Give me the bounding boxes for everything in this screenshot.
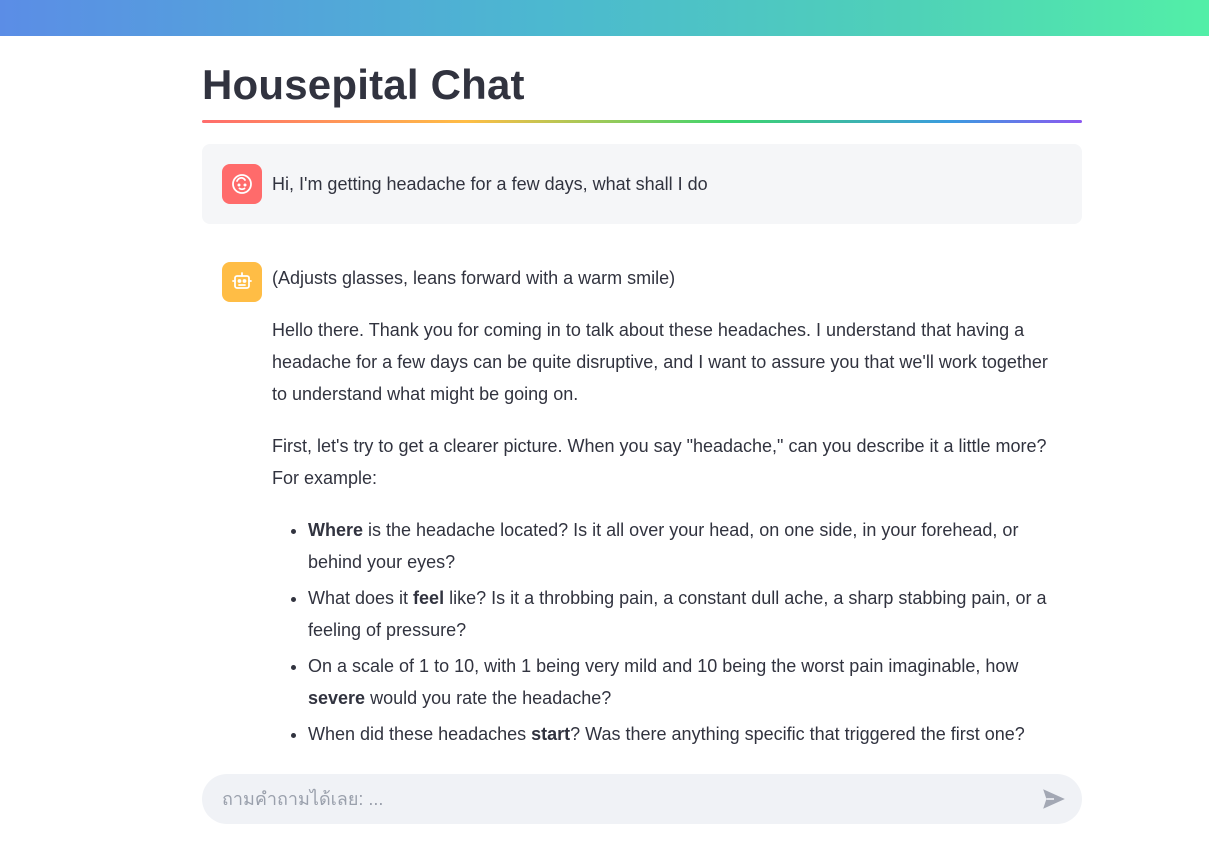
page-title: Housepital Chat	[202, 61, 525, 108]
assistant-message-body: (Adjusts glasses, leans forward with a w…	[272, 262, 1062, 754]
user-message-text: Hi, I'm getting headache for a few days,…	[272, 174, 708, 194]
list-item: Where is the headache located? Is it all…	[308, 514, 1062, 578]
assistant-avatar	[222, 262, 262, 302]
chat-input-bar	[202, 774, 1082, 824]
assistant-paragraph-2: First, let's try to get a clearer pictur…	[272, 436, 1047, 488]
user-avatar	[222, 164, 262, 204]
list-item: When did these headaches start? Was ther…	[308, 718, 1062, 750]
robot-icon	[232, 272, 252, 289]
list-item: What does it feel like? Is it a throbbin…	[308, 582, 1062, 646]
chat-input[interactable]	[202, 787, 1034, 811]
main-content: Housepital Chat Hi, I'm getting headache…	[202, 36, 1082, 754]
app-header-bar	[0, 0, 1209, 36]
title-divider	[202, 120, 1082, 123]
question-list: Where is the headache located? Is it all…	[272, 514, 1062, 750]
assistant-message: (Adjusts glasses, leans forward with a w…	[202, 262, 1082, 754]
face-icon	[232, 174, 252, 194]
send-button[interactable]	[1034, 779, 1074, 819]
user-message: Hi, I'm getting headache for a few days,…	[202, 144, 1082, 224]
send-icon	[1043, 789, 1065, 809]
assistant-paragraph-1: Hello there. Thank you for coming in to …	[272, 320, 1048, 404]
list-item: On a scale of 1 to 10, with 1 being very…	[308, 650, 1062, 714]
assistant-intro: (Adjusts glasses, leans forward with a w…	[272, 268, 676, 288]
